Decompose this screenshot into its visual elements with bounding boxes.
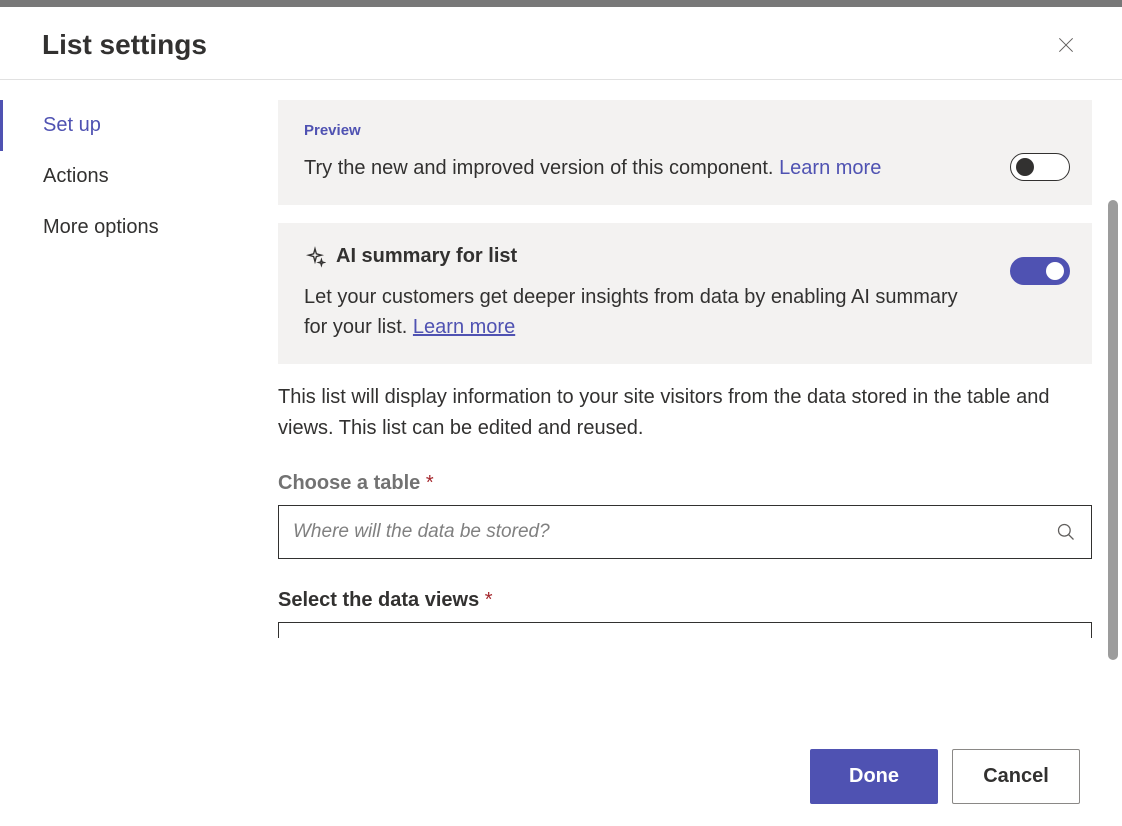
ai-learn-more-link[interactable]: Learn more bbox=[413, 316, 515, 338]
required-indicator: * bbox=[426, 472, 434, 494]
ai-summary-toggle[interactable] bbox=[1010, 257, 1070, 285]
sparkle-icon bbox=[304, 246, 326, 268]
toggle-knob bbox=[1046, 262, 1064, 280]
ai-summary-box: AI summary for list Let your customers g… bbox=[278, 223, 1092, 364]
sidebar-item-setup[interactable]: Set up bbox=[0, 100, 250, 151]
cancel-button[interactable]: Cancel bbox=[952, 749, 1080, 804]
required-indicator: * bbox=[485, 589, 493, 611]
sidebar-item-label: More options bbox=[43, 216, 159, 238]
preview-label: Preview bbox=[304, 122, 1066, 139]
list-description: This list will display information to yo… bbox=[278, 382, 1092, 444]
sidebar-item-more-options[interactable]: More options bbox=[0, 202, 250, 253]
choose-table-input[interactable] bbox=[278, 505, 1092, 559]
sidebar: Set up Actions More options bbox=[0, 80, 250, 826]
content-area: Preview Try the new and improved version… bbox=[250, 80, 1122, 826]
close-button[interactable] bbox=[1052, 31, 1080, 59]
modal-body: Set up Actions More options Preview Try … bbox=[0, 80, 1122, 826]
search-icon bbox=[1056, 522, 1076, 542]
preview-text: Try the new and improved version of this… bbox=[304, 153, 1066, 183]
close-icon bbox=[1056, 35, 1076, 55]
preview-box: Preview Try the new and improved version… bbox=[278, 100, 1092, 205]
sidebar-item-label: Set up bbox=[43, 114, 101, 136]
modal-header: List settings bbox=[0, 7, 1122, 80]
toggle-knob bbox=[1016, 158, 1034, 176]
preview-toggle[interactable] bbox=[1010, 153, 1070, 181]
ai-summary-heading: AI summary for list bbox=[304, 245, 1066, 268]
modal-footer: Done Cancel bbox=[0, 727, 1122, 826]
done-button[interactable]: Done bbox=[810, 749, 938, 804]
ai-summary-text: Let your customers get deeper insights f… bbox=[304, 282, 1066, 342]
scrollbar[interactable] bbox=[1108, 200, 1118, 660]
sidebar-item-label: Actions bbox=[43, 165, 109, 187]
modal-title: List settings bbox=[42, 29, 207, 61]
choose-table-label: Choose a table * bbox=[278, 472, 1092, 495]
list-settings-modal: List settings Set up Actions More option… bbox=[0, 7, 1122, 826]
preview-learn-more-link[interactable]: Learn more bbox=[779, 157, 881, 179]
select-views-label: Select the data views * bbox=[278, 589, 1092, 612]
choose-table-input-wrap bbox=[278, 505, 1092, 559]
sidebar-item-actions[interactable]: Actions bbox=[0, 151, 250, 202]
select-views-input-partial[interactable] bbox=[278, 622, 1092, 638]
